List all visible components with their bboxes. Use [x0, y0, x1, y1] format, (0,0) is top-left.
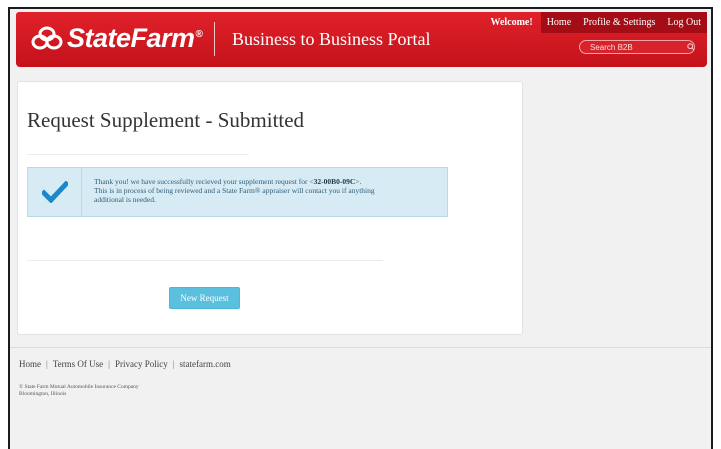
alert-message: Thank you! we have successfully recieved… [82, 168, 375, 216]
page-title: Request Supplement - Submitted [27, 108, 305, 132]
footer-links: Home | Terms Of Use | Privacy Policy | statefa… [19, 359, 231, 369]
content-card: Request Supplement - Submitted Thank you… [17, 81, 523, 335]
footer-link-privacy-policy[interactable]: Privacy Policy [115, 359, 168, 369]
brand-name: StateFarm® [67, 22, 203, 53]
copyright: © State Farm Mutual Automobile Insurance… [19, 384, 139, 398]
alert-icon-box [28, 168, 82, 216]
nav-profile-settings-link[interactable]: Profile & Settings [577, 12, 662, 33]
alert-line-1: Thank you! we have successfully recieved… [94, 177, 362, 186]
alert-line-3: additional is needed. [94, 195, 156, 204]
success-alert: Thank you! we have successfully recieved… [27, 167, 448, 217]
statefarm-rings-icon [31, 26, 63, 50]
copyright-line-2: Bloomington, Illinois [19, 391, 67, 397]
top-navigation: Welcome! Home Profile & Settings Log Out [485, 12, 707, 33]
portal-title: Business to Business Portal [232, 29, 431, 49]
nav-home-link[interactable]: Home [540, 12, 578, 33]
checkmark-icon [41, 181, 68, 203]
footer-link-home[interactable]: Home [19, 359, 41, 369]
nav-log-out-link[interactable]: Log Out [661, 12, 707, 33]
content-divider [27, 260, 383, 261]
search-box [579, 40, 695, 54]
footer-separator: | [46, 359, 48, 369]
footer-link-terms-of-use[interactable]: Terms Of Use [53, 359, 103, 369]
header-divider [214, 22, 215, 56]
footer-separator: | [108, 359, 110, 369]
footer-link-statefarm-com[interactable]: statefarm.com [180, 359, 231, 369]
title-divider [27, 154, 249, 155]
new-request-button[interactable]: New Request [169, 287, 240, 309]
request-id: 32-00B0-09C [313, 177, 356, 186]
welcome-text: Welcome! [490, 17, 533, 28]
alert-line-2: This is in process of being reviewed and… [94, 186, 375, 195]
copyright-line-1: © State Farm Mutual Automobile Insurance… [19, 384, 139, 390]
site-header: StateFarm® Business to Business Portal W… [16, 12, 707, 67]
browser-frame: StateFarm® Business to Business Portal W… [8, 7, 713, 449]
search-icon[interactable] [687, 43, 695, 51]
footer-separator: | [172, 359, 175, 369]
statefarm-logo[interactable]: StateFarm® [30, 22, 203, 53]
search-input[interactable] [580, 41, 678, 53]
footer-divider [10, 347, 711, 348]
